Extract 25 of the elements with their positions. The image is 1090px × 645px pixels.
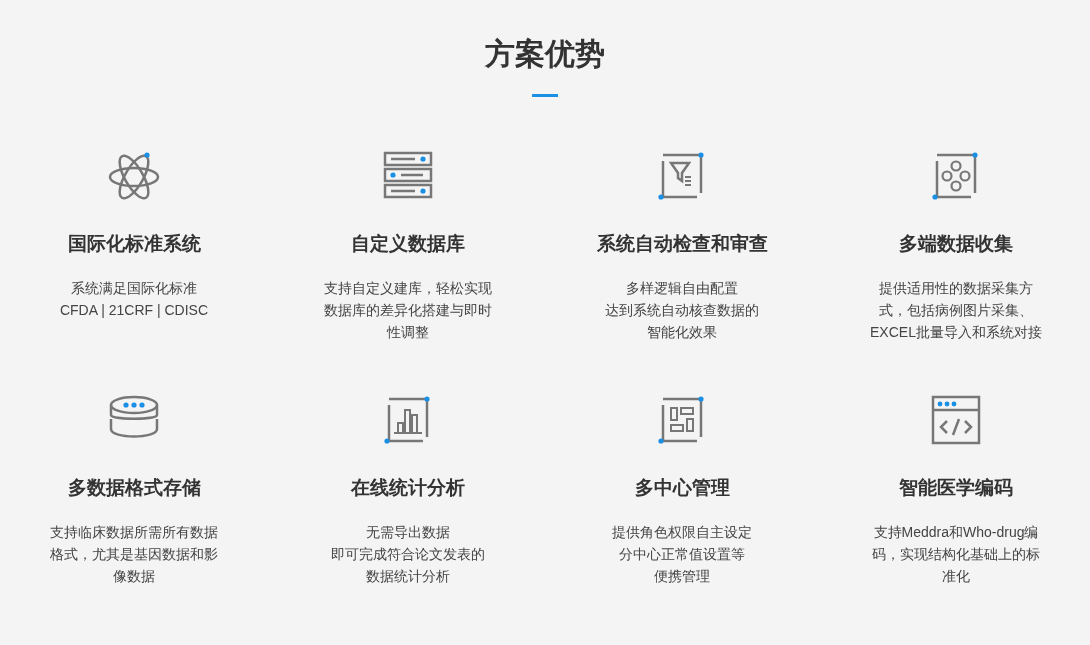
feature-description: 系统满足国际化标准 CFDA | 21CRF | CDISC [59, 279, 209, 320]
bar-chart-icon [383, 395, 433, 445]
section-heading: 方案优势 [485, 36, 605, 72]
feature-description: 提供适用性的数据采集方 式，包括病例图片采集、 EXCEL批量导入和系统对接 [870, 279, 1042, 342]
server-icon [383, 151, 433, 201]
heading-underline [532, 94, 558, 97]
feature-title: 多端数据收集 [899, 232, 1013, 256]
feature-description: 提供角色权限自主设定 分中心正常值设置等 便携管理 [612, 523, 752, 586]
feature-title: 系统自动检查和审查 [596, 232, 768, 256]
layout-icon [657, 395, 707, 445]
funnel-icon [657, 151, 707, 201]
feature-description: 支持自定义建库，轻松实现 数据库的差异化搭建与即时 性调整 [324, 279, 492, 342]
feature-title: 国际化标准系统 [67, 232, 201, 256]
code-window-icon [931, 395, 981, 445]
feature-description: 支持临床数据所需所有数据 格式，尤其是基因数据和影 像数据 [50, 523, 218, 586]
feature-title: 自定义数据库 [351, 232, 465, 256]
feature-description: 支持Meddra和Who-drug编 码，实现结构化基础上的标 准化 [872, 523, 1040, 586]
feature-title: 在线统计分析 [351, 476, 465, 500]
atom-icon [109, 151, 159, 201]
feature-description: 多样逻辑自由配置 达到系统自动核查数据的 智能化效果 [605, 279, 759, 342]
feature-title: 智能医学编码 [899, 476, 1013, 500]
feature-title: 多数据格式存储 [67, 476, 201, 500]
circles-icon [931, 151, 981, 201]
feature-title: 多中心管理 [634, 476, 730, 500]
feature-description: 无需导出数据 即可完成符合论文发表的 数据统计分析 [331, 523, 485, 586]
